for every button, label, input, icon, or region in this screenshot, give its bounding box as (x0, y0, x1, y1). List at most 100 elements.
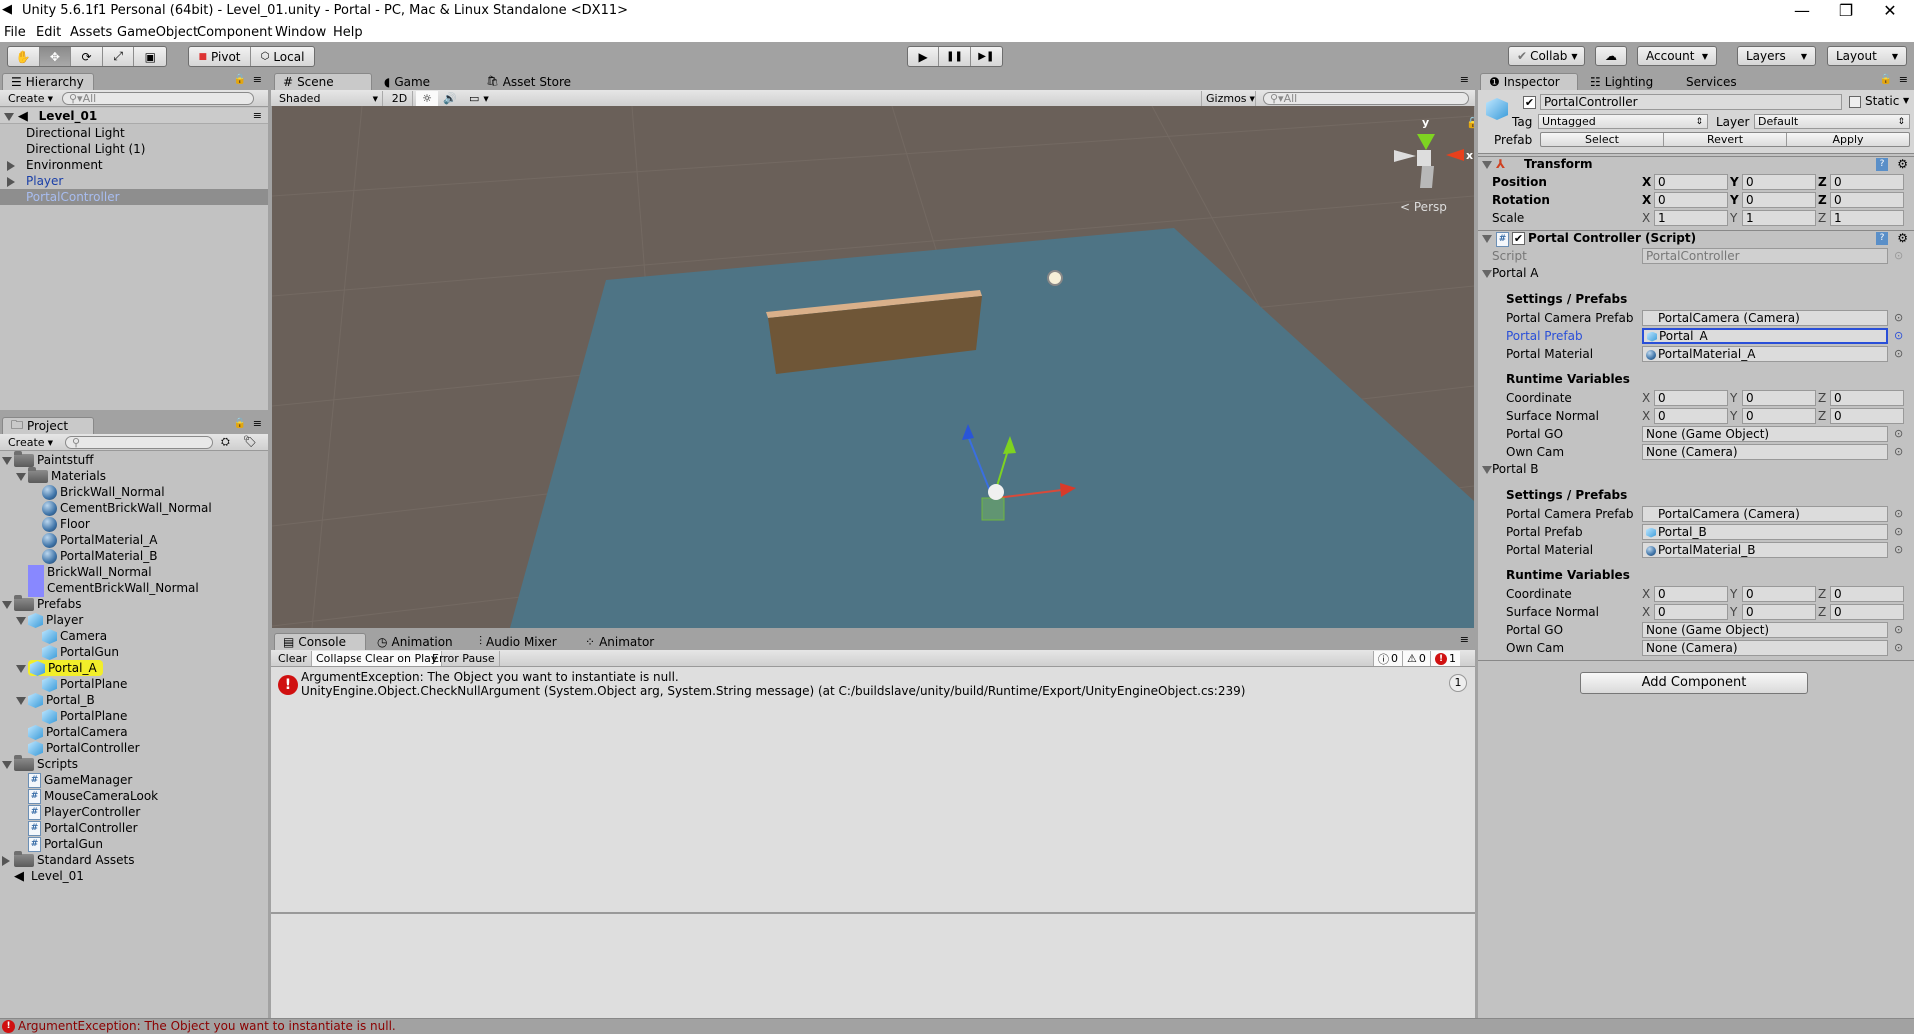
vector-x-input[interactable]: 0 (1654, 408, 1728, 424)
expand-arrow-icon[interactable] (2, 456, 12, 465)
expand-arrow-icon[interactable] (7, 176, 15, 187)
project-item[interactable]: Scripts (0, 755, 268, 772)
tab-asset-store[interactable]: 🛍 Asset Store (478, 73, 598, 90)
project-item[interactable]: CementBrickWall_Normal (0, 500, 268, 516)
expand-arrow-icon[interactable] (16, 696, 26, 705)
object-picker-icon[interactable]: ⊙ (1894, 347, 1903, 360)
vector-z-input[interactable]: 0 (1830, 586, 1904, 602)
rect-tool-button[interactable]: ▣ (134, 47, 166, 66)
hand-tool-button[interactable]: ✋ (8, 47, 40, 66)
menu-window[interactable]: Window (275, 25, 326, 40)
2d-toggle[interactable]: 2D (387, 91, 413, 106)
collab-dropdown[interactable]: ✔ Collab ▼ (1508, 46, 1585, 66)
hierarchy-item[interactable]: Environment (0, 157, 268, 173)
script-component-header[interactable]: # ✔ Portal Controller (Script)? ⚙ (1478, 230, 1914, 247)
menu-edit[interactable]: Edit (36, 25, 61, 40)
project-item[interactable]: Prefabs (0, 595, 268, 612)
vector-z-input[interactable]: 0 (1830, 192, 1904, 208)
project-item[interactable]: PortalController (0, 740, 268, 756)
scene-viewport[interactable]: y x 🔒 < Persp (272, 106, 1474, 628)
vector-x-input[interactable]: 0 (1654, 174, 1728, 190)
object-picker-icon[interactable]: ⊙ (1894, 623, 1903, 636)
project-item[interactable]: # PlayerController (0, 804, 268, 820)
project-item[interactable]: PortalCamera (0, 724, 268, 740)
add-component-button[interactable]: Add Component (1580, 672, 1808, 694)
prefab-revert-button[interactable]: Revert (1664, 133, 1787, 146)
project-item[interactable]: ◀ Level_01 (0, 868, 268, 884)
play-button[interactable]: ▶ (908, 47, 940, 66)
tab-animator[interactable]: ⁘ Animator (577, 633, 667, 650)
object-picker-icon[interactable]: ⊙ (1894, 525, 1903, 538)
account-dropdown[interactable]: Account ▼ (1637, 46, 1717, 66)
vector-z-input[interactable]: 1 (1830, 210, 1904, 226)
tab-game[interactable]: ◖ Game (376, 73, 474, 90)
hierarchy-item[interactable]: Directional Light (1) (0, 141, 268, 157)
local-button[interactable]: ⬡ Local (251, 47, 314, 66)
foldout-arrow-icon[interactable] (1482, 466, 1492, 474)
object-picker-icon[interactable]: ⊙ (1894, 329, 1903, 342)
project-item[interactable]: # PortalGun (0, 836, 268, 852)
expand-arrow-icon[interactable] (7, 160, 15, 171)
vector-y-input[interactable]: 0 (1742, 174, 1816, 190)
object-name-input[interactable]: PortalController (1540, 94, 1842, 110)
lock-icon[interactable]: 🔒 (234, 74, 246, 85)
pivot-button[interactable]: ■ Pivot (189, 47, 252, 66)
help-icon[interactable]: ? (1876, 232, 1888, 245)
panel-menu-icon[interactable]: ≡ (1899, 73, 1908, 86)
shading-mode-dropdown[interactable]: Shaded ▼ (275, 91, 383, 106)
project-item[interactable]: PortalMaterial_B (0, 548, 268, 564)
prefab-apply-button[interactable]: Apply (1787, 133, 1909, 146)
panel-menu-icon[interactable]: ≡ (1460, 633, 1469, 646)
scene-render[interactable]: y x 🔒 (272, 106, 1474, 628)
scale-tool-button[interactable]: ⤢ (103, 47, 135, 66)
project-item[interactable]: # PortalController (0, 820, 268, 836)
foldout-arrow-icon[interactable] (1482, 235, 1492, 243)
vector-z-input[interactable]: 0 (1830, 174, 1904, 190)
panel-menu-icon[interactable]: ≡ (253, 417, 262, 430)
object-picker-icon[interactable]: ⊙ (1894, 445, 1903, 458)
project-item[interactable]: Portal_A (0, 660, 268, 676)
hierarchy-search-input[interactable]: ⚲▾All (62, 92, 254, 105)
project-item[interactable]: Floor (0, 516, 268, 532)
status-bar[interactable]: ! ArgumentException: The Object you want… (0, 1018, 1914, 1034)
hierarchy-item[interactable]: Directional Light (0, 125, 268, 141)
layers-dropdown[interactable]: Layers ▼ (1737, 46, 1816, 66)
vector-x-input[interactable]: 0 (1654, 604, 1728, 620)
console-splitter[interactable] (271, 912, 1475, 914)
tab-inspector[interactable]: ❶ Inspector (1480, 73, 1578, 90)
project-item[interactable]: Paintstuff (0, 451, 268, 468)
project-item[interactable]: PortalPlane (0, 676, 268, 692)
vector-x-input[interactable]: 0 (1654, 390, 1728, 406)
project-item[interactable]: BrickWall_Normal (0, 484, 268, 500)
vector-y-input[interactable]: 1 (1742, 210, 1816, 226)
minimize-button[interactable]: — (1780, 0, 1824, 24)
project-item[interactable]: Materials (0, 467, 268, 484)
lock-icon[interactable]: 🔒 (234, 418, 246, 429)
object-picker-icon[interactable]: ⊙ (1894, 641, 1903, 654)
move-tool-button[interactable]: ✥ (39, 47, 72, 66)
panel-menu-icon[interactable]: ≡ (253, 73, 262, 86)
project-item[interactable]: BrickWall_Normal (0, 564, 268, 581)
foldout-arrow-icon[interactable] (1482, 270, 1492, 278)
lock-icon[interactable]: 🔒 (1466, 116, 1474, 129)
own-cam-field[interactable]: None (Camera) (1642, 444, 1888, 460)
project-item[interactable]: Player (0, 612, 268, 628)
expand-arrow-icon[interactable] (16, 616, 26, 625)
console-clear-button[interactable]: Clear (274, 651, 312, 666)
vector-x-input[interactable]: 1 (1654, 210, 1728, 226)
object-picker-icon[interactable]: ⊙ (1894, 311, 1903, 324)
portal-a-foldout[interactable]: Portal A (1478, 266, 1678, 282)
rotate-tool-button[interactable]: ⟳ (71, 47, 103, 66)
portal-prefab-field[interactable]: Portal_B (1642, 524, 1888, 540)
vector-z-input[interactable]: 0 (1830, 390, 1904, 406)
scene-search-input[interactable]: ⚲▾All (1263, 92, 1469, 105)
vector-z-input[interactable]: 0 (1830, 408, 1904, 424)
component-enabled-checkbox[interactable]: ✔ (1512, 232, 1525, 245)
pause-button[interactable]: ❚❚ (939, 47, 971, 66)
info-filter-toggle[interactable]: ⓘ 0 (1373, 651, 1402, 666)
portal-b-foldout[interactable]: Portal B (1478, 462, 1678, 478)
tab-project[interactable]: 🗀 Project (2, 417, 94, 434)
close-button[interactable]: ✕ (1868, 0, 1912, 24)
vector-z-input[interactable]: 0 (1830, 604, 1904, 620)
console-collapse-toggle[interactable]: Collapse (312, 651, 368, 666)
